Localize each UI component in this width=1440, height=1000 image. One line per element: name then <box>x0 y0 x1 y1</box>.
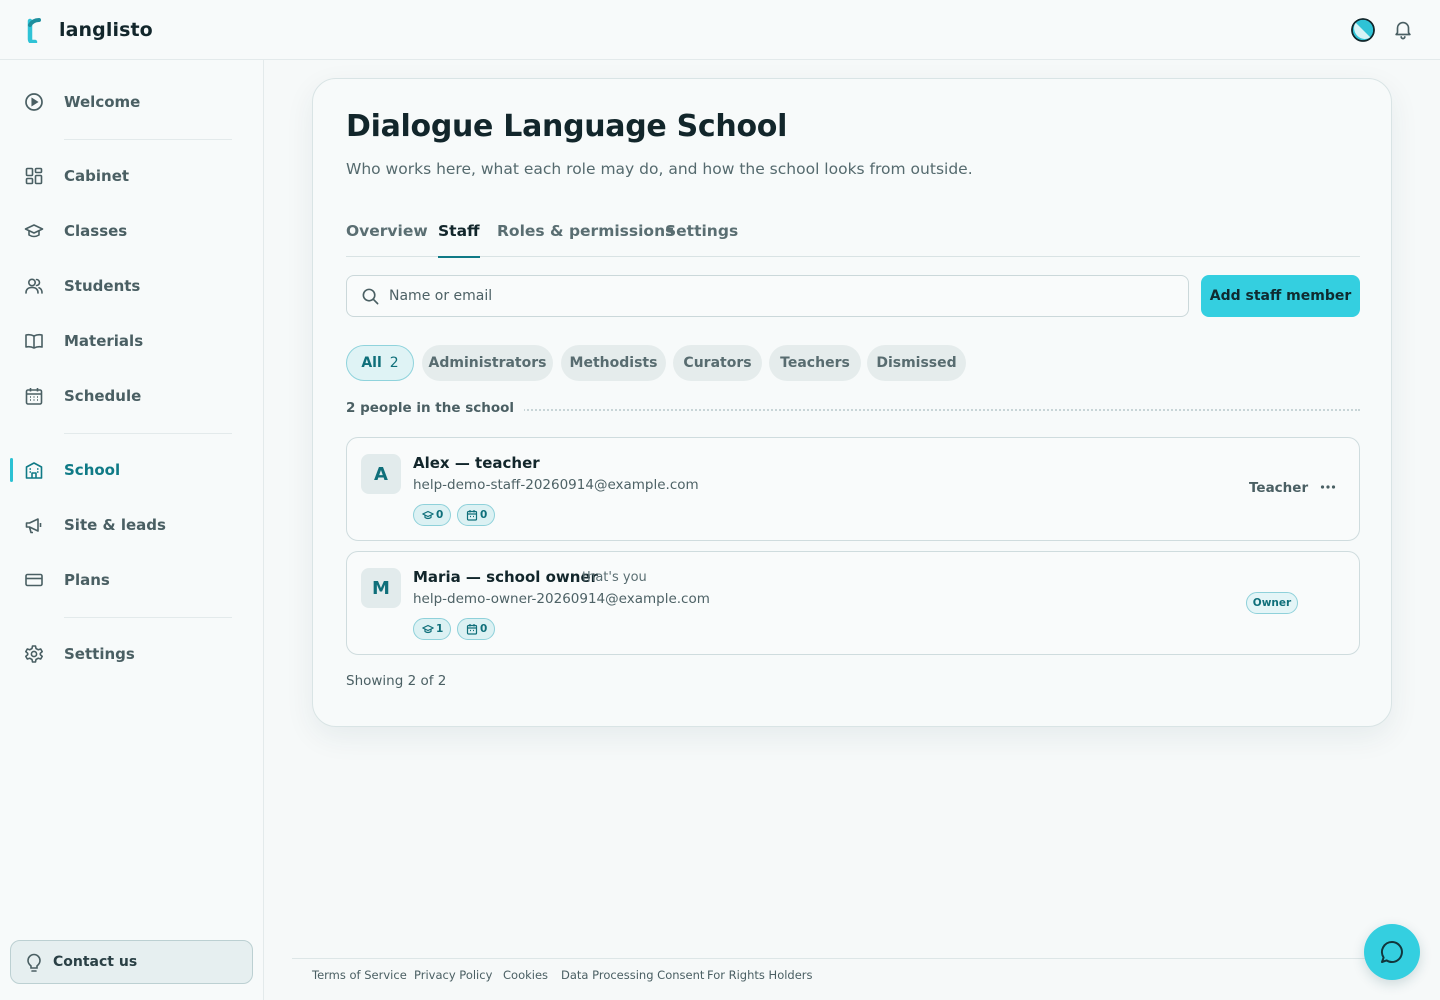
avatar: M <box>361 568 401 608</box>
sidebar-item-label: Site & leads <box>64 516 166 534</box>
logo[interactable]: langlisto <box>24 17 153 43</box>
contact-us-button[interactable]: Contact us <box>10 940 253 984</box>
dashboard-icon <box>25 167 43 185</box>
sidebar-divider <box>64 617 232 618</box>
search-box <box>346 275 1189 317</box>
megaphone-icon <box>25 518 42 534</box>
sidebar-item-classes[interactable]: Classes <box>0 209 263 253</box>
footer-link-rights-holders[interactable]: For Rights Holders <box>707 968 813 982</box>
footer-link-data-processing[interactable]: Data Processing Consent <box>561 968 704 982</box>
add-staff-member-button[interactable]: Add staff member <box>1201 275 1360 317</box>
bell-icon[interactable] <box>1392 18 1414 40</box>
sidebar-item-site-leads[interactable]: Site & leads <box>0 503 263 547</box>
play-circle-icon <box>25 93 43 111</box>
sidebar-item-label: Classes <box>64 222 128 240</box>
search-input[interactable] <box>389 276 1169 316</box>
sidebar-item-label: Welcome <box>64 93 141 111</box>
more-options-icon[interactable] <box>1319 478 1337 496</box>
calendar-icon <box>466 624 478 635</box>
tab-settings[interactable]: Settings <box>665 222 738 257</box>
lightbulb-icon <box>27 953 41 972</box>
sidebar-divider <box>64 139 232 140</box>
sidebar-item-materials[interactable]: Materials <box>0 319 263 363</box>
sidebar-item-label: Materials <box>64 332 144 350</box>
lessons-count-badge: 0 <box>457 618 495 640</box>
staff-name: Alex — teacher <box>413 454 540 472</box>
classes-count-badge: 0 <box>413 504 451 526</box>
people-count-row: 2 people in the school <box>346 400 1360 418</box>
calendar-icon <box>25 388 43 405</box>
filter-administrators[interactable]: Administrators <box>422 345 553 381</box>
gear-icon <box>25 645 43 663</box>
footer-link-terms[interactable]: Terms of Service <box>312 968 407 982</box>
filter-dismissed[interactable]: Dismissed <box>867 345 966 381</box>
sidebar-item-welcome[interactable]: Welcome <box>0 80 263 124</box>
filter-teachers[interactable]: Teachers <box>769 345 861 381</box>
footer-link-privacy[interactable]: Privacy Policy <box>414 968 492 982</box>
book-icon <box>25 333 43 349</box>
staff-email: help-demo-owner-20260914@example.com <box>413 591 710 607</box>
staff-row[interactable]: M Maria — school owner that's you help-d… <box>346 551 1360 655</box>
tab-bar: Overview Staff Roles & permissions Setti… <box>346 222 1360 258</box>
users-icon <box>25 278 43 294</box>
active-indicator <box>10 458 13 482</box>
staff-role: Teacher <box>1249 480 1309 496</box>
chat-bubble-icon <box>1381 940 1403 963</box>
dotted-divider <box>508 409 1360 411</box>
filter-methodists[interactable]: Methodists <box>561 345 666 381</box>
sidebar-item-settings[interactable]: Settings <box>0 632 263 676</box>
top-bar: langlisto <box>0 0 1440 60</box>
owner-badge: Owner <box>1246 592 1298 614</box>
sidebar-item-label: School <box>64 461 121 479</box>
sidebar-item-label: Plans <box>64 571 110 589</box>
sidebar-item-label: Settings <box>64 645 135 663</box>
page-subtitle: Who works here, what each role may do, a… <box>346 160 973 178</box>
search-icon <box>362 288 379 305</box>
people-count-label: 2 people in the school <box>346 400 525 416</box>
self-indicator: that's you <box>582 570 647 585</box>
sidebar-item-plans[interactable]: Plans <box>0 558 263 602</box>
graduation-cap-icon <box>24 224 44 238</box>
sidebar-item-label: Schedule <box>64 387 142 405</box>
footer-link-cookies[interactable]: Cookies <box>503 968 548 982</box>
sidebar-item-students[interactable]: Students <box>0 264 263 308</box>
page-title: Dialogue Language School <box>346 109 788 144</box>
contact-us-label: Contact us <box>53 954 138 970</box>
sidebar-item-schedule[interactable]: Schedule <box>0 374 263 418</box>
credit-card-icon <box>25 573 43 587</box>
graduation-cap-icon <box>422 624 434 634</box>
classes-count-badge: 1 <box>413 618 451 640</box>
sidebar: Welcome Cabinet Classes Students Materia… <box>0 60 264 1000</box>
lessons-count-badge: 0 <box>457 504 495 526</box>
active-tab-underline <box>438 256 480 258</box>
staff-name: Maria — school owner <box>413 568 599 586</box>
langlisto-logo-icon <box>27 18 41 43</box>
sidebar-item-cabinet[interactable]: Cabinet <box>0 154 263 198</box>
calendar-icon <box>466 510 478 521</box>
tab-overview[interactable]: Overview <box>346 222 428 257</box>
staff-row[interactable]: A Alex — teacher help-demo-staff-2026091… <box>346 437 1360 541</box>
school-card: Dialogue Language School Who works here,… <box>312 78 1392 727</box>
staff-email: help-demo-staff-20260914@example.com <box>413 477 699 493</box>
sidebar-divider <box>64 433 232 434</box>
school-building-icon <box>25 462 43 479</box>
app-name: langlisto <box>59 19 153 41</box>
sidebar-item-school[interactable]: School <box>0 448 263 492</box>
sidebar-item-label: Students <box>64 277 141 295</box>
showing-count: Showing 2 of 2 <box>346 673 447 689</box>
filter-count: 2 <box>389 355 399 371</box>
graduation-cap-icon <box>422 510 434 520</box>
filter-curators[interactable]: Curators <box>673 345 762 381</box>
avatar: A <box>361 454 401 494</box>
tab-roles-permissions[interactable]: Roles & permissions <box>497 222 674 257</box>
tab-staff[interactable]: Staff <box>438 222 480 258</box>
footer-divider <box>292 958 1412 959</box>
theme-toggle-icon[interactable] <box>1350 17 1376 43</box>
chat-button[interactable] <box>1364 924 1420 980</box>
sidebar-item-label: Cabinet <box>64 167 130 185</box>
filter-all[interactable]: All 2 <box>346 345 414 381</box>
